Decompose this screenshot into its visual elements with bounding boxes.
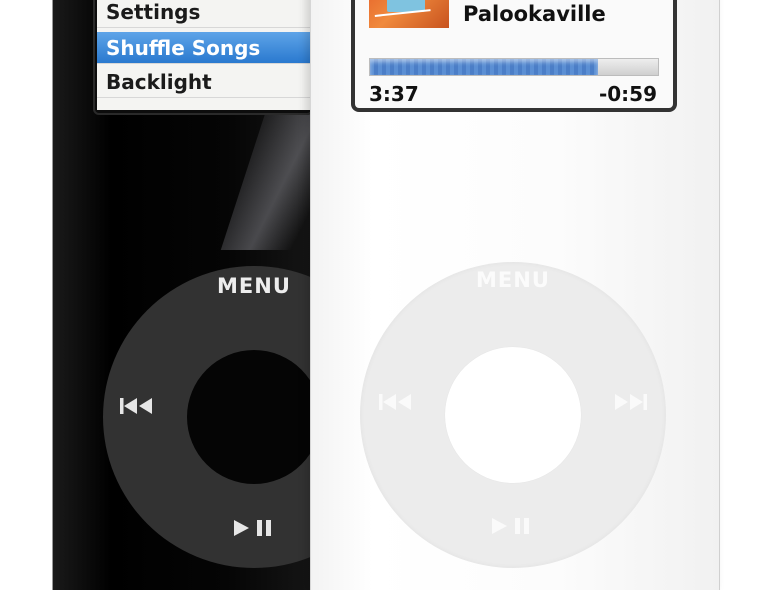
play-pause-icon[interactable] (232, 518, 276, 543)
center-select-button[interactable] (445, 347, 581, 483)
play-pause-icon[interactable] (490, 516, 534, 541)
remaining-time: -0:59 (598, 82, 657, 106)
track-title: Palookaville (463, 2, 606, 26)
menu-item-settings[interactable]: Settings (97, 0, 312, 28)
ipod-black: Settings Shuffle Songs Backlight MENU (52, 0, 343, 590)
ipod-menu-list: Settings Shuffle Songs Backlight (97, 0, 312, 110)
progress-fill (370, 59, 598, 75)
menu-item-shuffle-songs[interactable]: Shuffle Songs (97, 32, 312, 64)
now-playing-screen: Palookaville 3:37 -0:59 (351, 0, 677, 112)
previous-track-icon[interactable] (378, 392, 414, 417)
album-art (369, 0, 449, 28)
click-wheel-white[interactable]: MENU (360, 262, 666, 568)
previous-track-icon[interactable] (119, 396, 155, 421)
menu-button[interactable]: MENU (476, 268, 550, 292)
click-wheel-black[interactable]: MENU (103, 266, 343, 568)
progress-bar (369, 58, 659, 76)
next-track-icon[interactable] (612, 392, 648, 417)
menu-item-backlight[interactable]: Backlight (97, 66, 312, 98)
elapsed-time: 3:37 (369, 82, 419, 106)
menu-button[interactable]: MENU (217, 274, 291, 298)
center-select-button[interactable] (187, 350, 321, 484)
ipod-white: Palookaville 3:37 -0:59 MENU (310, 0, 720, 590)
